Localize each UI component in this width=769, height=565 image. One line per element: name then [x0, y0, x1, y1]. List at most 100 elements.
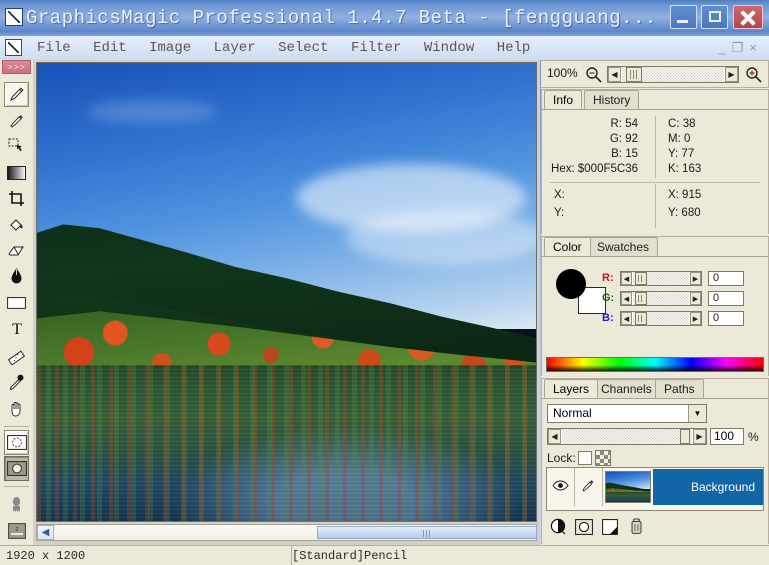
- move-tool[interactable]: [4, 134, 29, 159]
- channel-slider-b[interactable]: ◀ ▶: [620, 311, 702, 326]
- opacity-track[interactable]: [562, 429, 692, 444]
- opacity-right-arrow-icon[interactable]: ▶: [693, 429, 706, 444]
- rectangle-tool[interactable]: [4, 290, 29, 315]
- magnifier-minus-icon[interactable]: [585, 66, 603, 84]
- zoom-slider-thumb[interactable]: [626, 67, 642, 82]
- layer-row[interactable]: Background: [547, 468, 763, 506]
- mdi-close-icon[interactable]: ×: [749, 40, 763, 55]
- hand-tool[interactable]: [4, 396, 29, 421]
- text-t-icon: T: [9, 320, 25, 337]
- zoom-slider-right-arrow-icon[interactable]: ▶: [725, 67, 738, 82]
- menu-item-select[interactable]: Select: [269, 36, 337, 60]
- delete-layer-button[interactable]: [626, 518, 646, 539]
- document-icon[interactable]: [5, 39, 22, 56]
- channel-value-r[interactable]: 0: [708, 271, 744, 286]
- menu-item-help[interactable]: Help: [488, 36, 540, 60]
- close-button[interactable]: [733, 5, 763, 29]
- photo-ripples: [37, 365, 536, 521]
- zoom-slider[interactable]: ◀ ▶: [607, 66, 739, 83]
- lock-all-checkbox[interactable]: [594, 450, 611, 466]
- opacity-value[interactable]: 100: [710, 428, 744, 445]
- paint-bucket-tool[interactable]: [4, 212, 29, 237]
- menu-item-window[interactable]: Window: [415, 36, 483, 60]
- channel-slider-g[interactable]: ◀ ▶: [620, 291, 702, 306]
- menu-item-layer[interactable]: Layer: [205, 36, 265, 60]
- tab-color[interactable]: Color: [544, 237, 591, 256]
- pencil-tool[interactable]: [4, 82, 29, 107]
- menu-item-filter[interactable]: Filter: [342, 36, 410, 60]
- blur-tool[interactable]: [4, 264, 29, 289]
- channel-r-left-arrow-icon[interactable]: ◀: [621, 272, 632, 285]
- toolbox-drag-grip[interactable]: >>>: [2, 60, 31, 74]
- channel-b-thumb[interactable]: [635, 312, 647, 325]
- menu-item-edit[interactable]: Edit: [84, 36, 136, 60]
- blend-mode-select[interactable]: Normal ▼: [547, 404, 707, 423]
- mdi-restore-icon[interactable]: ❐: [732, 40, 750, 55]
- info-x-value: X: 915: [668, 189, 702, 201]
- tab-layers[interactable]: Layers: [544, 379, 599, 398]
- screenmode-tool[interactable]: [4, 492, 29, 517]
- photo-cloud-2: [346, 209, 536, 265]
- channel-value-b[interactable]: 0: [708, 311, 744, 326]
- channel-value-g[interactable]: 0: [708, 291, 744, 306]
- mdi-window-controls[interactable]: _❐×: [719, 40, 763, 56]
- new-layer-button[interactable]: [600, 518, 620, 539]
- channel-slider-r[interactable]: ◀ ▶: [620, 271, 702, 286]
- zoom-slider-left-arrow-icon[interactable]: ◀: [608, 67, 621, 82]
- brush-icon: [8, 112, 25, 129]
- crop-tool[interactable]: [4, 186, 29, 211]
- scroll-thumb[interactable]: [317, 526, 537, 539]
- scroll-left-arrow-icon[interactable]: ◀: [37, 525, 54, 540]
- channel-r-right-arrow-icon[interactable]: ▶: [690, 272, 701, 285]
- tab-history[interactable]: History: [584, 90, 640, 109]
- channel-b-right-arrow-icon[interactable]: ▶: [690, 312, 701, 325]
- color-swatches[interactable]: [556, 269, 608, 315]
- menu-item-file[interactable]: File: [28, 36, 80, 60]
- hand-icon: [8, 400, 25, 417]
- channel-g-left-arrow-icon[interactable]: ◀: [621, 292, 632, 305]
- layer-edit-indicator[interactable]: [575, 468, 603, 506]
- new-adjustment-layer-button[interactable]: [548, 518, 568, 539]
- magnifier-plus-icon[interactable]: [745, 66, 763, 84]
- image-canvas[interactable]: [36, 62, 537, 522]
- text-tool[interactable]: T: [4, 316, 29, 341]
- channel-g-thumb[interactable]: [635, 292, 647, 305]
- canvas-horizontal-scrollbar[interactable]: ◀: [36, 524, 537, 541]
- layer-thumbnail[interactable]: [605, 471, 651, 503]
- tab-info[interactable]: Info: [544, 90, 583, 109]
- info-b-value: B: 15: [611, 148, 638, 160]
- eyedropper-tool[interactable]: [4, 370, 29, 395]
- menu-item-image[interactable]: Image: [140, 36, 200, 60]
- chevron-down-icon[interactable]: ▼: [688, 405, 706, 422]
- lock-transparency-checkbox[interactable]: [577, 451, 592, 465]
- layer-visibility-toggle[interactable]: [547, 468, 575, 506]
- foreground-color-swatch[interactable]: [556, 269, 586, 299]
- opacity-left-arrow-icon[interactable]: ◀: [548, 429, 561, 444]
- tab-channels[interactable]: Channels: [592, 379, 661, 398]
- opacity-thumb[interactable]: [680, 429, 690, 444]
- channel-g-right-arrow-icon[interactable]: ▶: [690, 292, 701, 305]
- channel-r-thumb[interactable]: [635, 272, 647, 285]
- color-spectrum-ramp[interactable]: [546, 357, 764, 372]
- minimize-button[interactable]: [670, 5, 697, 29]
- layer-thumbnail-image: [606, 472, 650, 502]
- opacity-slider[interactable]: ◀ ▶: [547, 428, 707, 445]
- channel-b-left-arrow-icon[interactable]: ◀: [621, 312, 632, 325]
- measure-tool[interactable]: [4, 344, 29, 369]
- gradient-tool[interactable]: [4, 160, 29, 185]
- eraser-tool[interactable]: [4, 238, 29, 263]
- jumpto-tool[interactable]: z: [4, 518, 29, 543]
- svg-text:z: z: [15, 527, 18, 533]
- layer-name[interactable]: Background: [653, 469, 763, 505]
- tab-swatches[interactable]: Swatches: [588, 237, 659, 256]
- quickmask-off-tool[interactable]: [4, 430, 29, 455]
- mdi-minimize-icon[interactable]: _: [719, 40, 732, 55]
- quickmask-on-tool[interactable]: [4, 456, 29, 481]
- add-layer-mask-button[interactable]: [574, 518, 594, 539]
- brush-tool[interactable]: [4, 108, 29, 133]
- tab-paths[interactable]: Paths: [655, 379, 704, 398]
- zoom-percent-label: 100%: [547, 66, 578, 80]
- eraser-icon: [7, 244, 26, 258]
- crop-icon: [8, 190, 25, 207]
- maximize-button[interactable]: [701, 5, 728, 29]
